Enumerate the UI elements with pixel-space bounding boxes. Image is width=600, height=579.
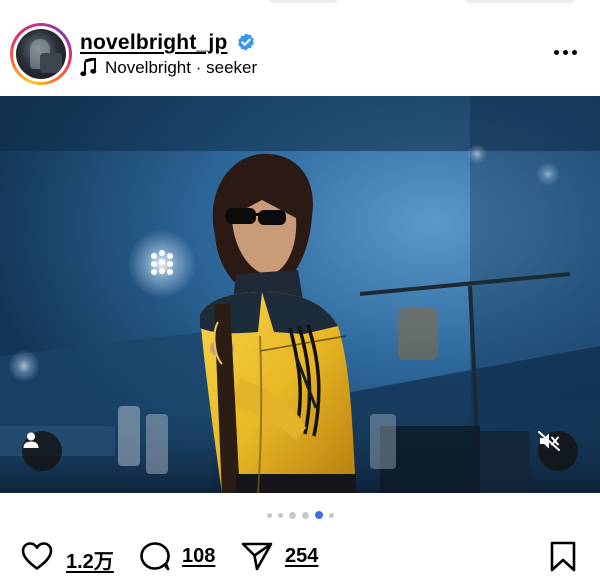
mute-toggle-button[interactable] (538, 431, 578, 471)
verified-badge-icon (238, 33, 254, 51)
carousel-indicator (0, 510, 600, 520)
username-link[interactable]: novelbright_jp (80, 31, 227, 55)
cropped-element (465, 0, 575, 3)
avatar-figure (40, 53, 62, 73)
post-media[interactable] (0, 96, 600, 493)
more-dot (553, 49, 559, 55)
more-dot (571, 49, 577, 55)
music-note-icon (80, 58, 97, 77)
speaker-muted-icon (538, 431, 560, 451)
avatar (16, 29, 66, 79)
likes-count[interactable]: 1.2万 (66, 545, 114, 574)
post-action-bar: 1.2万 108 254 (0, 535, 600, 579)
carousel-dot (277, 512, 283, 518)
comments-count[interactable]: 108 (182, 545, 215, 568)
concert-photo (0, 96, 600, 493)
carousel-dot (266, 512, 272, 518)
cropped-top-bar (0, 0, 600, 8)
story-ring[interactable] (10, 23, 72, 85)
carousel-dot (328, 512, 334, 518)
audio-artist: Novelbright (105, 58, 191, 77)
user-tag-button[interactable] (22, 431, 62, 471)
carousel-dot (301, 511, 309, 519)
post-header: novelbright_jp Novelbright · seeker (0, 18, 600, 90)
comment-bubble-icon[interactable] (138, 540, 172, 572)
avatar-frame (13, 26, 69, 82)
person-icon (23, 432, 39, 448)
audio-separator: · (191, 58, 207, 77)
heart-icon[interactable] (20, 540, 54, 572)
carousel-dot (288, 511, 296, 519)
cropped-element (268, 0, 338, 3)
more-dot (562, 49, 568, 55)
audio-link[interactable]: Novelbright · seeker (105, 58, 257, 78)
send-icon[interactable] (240, 540, 274, 572)
instagram-post: novelbright_jp Novelbright · seeker 1.2万… (0, 0, 600, 579)
audio-track: seeker (206, 58, 258, 77)
shares-count[interactable]: 254 (285, 545, 318, 568)
more-options-icon[interactable] (548, 40, 582, 64)
carousel-dot-active (314, 511, 323, 519)
bookmark-icon[interactable] (546, 540, 580, 572)
